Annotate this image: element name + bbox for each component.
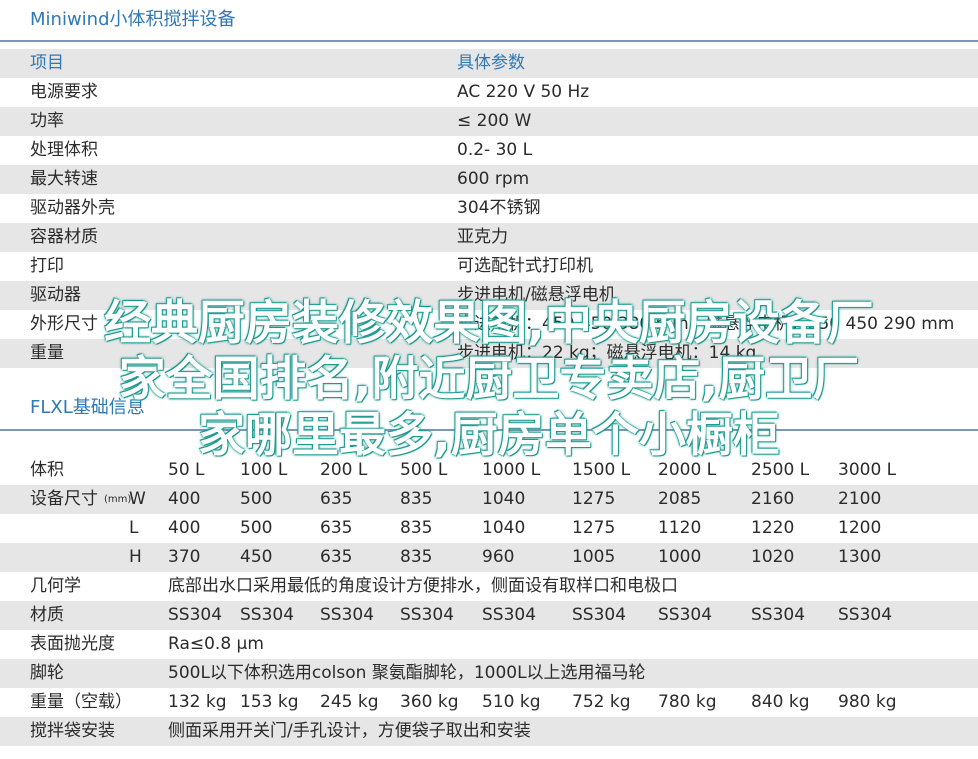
dimension-value: 835 <box>400 489 433 509</box>
overlay-line-3: 家哪里最多,厨房单个小橱柜 <box>198 408 780 463</box>
weight-value: 510 kg <box>482 692 541 712</box>
dimension-value: 1220 <box>751 518 795 538</box>
dimension-value: 2085 <box>658 489 702 509</box>
spec-row: 电源要求 AC 220 V 50 Hz <box>0 78 978 107</box>
material-value: SS304 <box>320 605 375 625</box>
dimension-value: 635 <box>320 547 353 567</box>
spec-value: AC 220 V 50 Hz <box>457 82 590 102</box>
dimension-value: 2100 <box>838 489 882 509</box>
spec-value: 304不锈钢 <box>457 198 541 218</box>
geometry-label: 几何学 <box>30 576 81 596</box>
bag-value: 侧面采用开关门/手孔设计，方便袋子取出和安装 <box>168 721 531 741</box>
wheels-label: 脚轮 <box>30 663 64 683</box>
weight-value: 153 kg <box>240 692 299 712</box>
dimension-value: 1005 <box>572 547 616 567</box>
material-value: SS304 <box>838 605 893 625</box>
dimension-value: 400 <box>168 489 201 509</box>
dimension-axis: H <box>129 547 142 567</box>
dimension-value: 400 <box>168 518 201 538</box>
weight-value: 752 kg <box>572 692 631 712</box>
overlay-caption: 经典厨房装修效果图,中央厨房设备厂 家全国排名,附近厨卫专卖店,厨卫厂 家哪里最… <box>6 296 972 464</box>
material-value: SS304 <box>168 605 223 625</box>
dimension-value: 1300 <box>838 547 882 567</box>
spec-label: 功率 <box>30 111 64 131</box>
dimension-value: 1040 <box>482 518 526 538</box>
spec-row: 处理体积 0.2- 30 L <box>0 136 978 165</box>
dimension-value: 2160 <box>751 489 795 509</box>
dimension-axis: W <box>129 489 146 509</box>
dimension-axis: L <box>129 518 139 538</box>
dimension-value: 1275 <box>572 489 616 509</box>
spec-label: 打印 <box>30 256 64 276</box>
dimension-value: 1200 <box>838 518 882 538</box>
dimension-unit: (mm) <box>104 494 132 505</box>
polish-row: 表面抛光度 Ra≤0.8 µm <box>0 630 978 659</box>
spec-row: 容器材质 亚克力 <box>0 223 978 252</box>
spec-row: 最大转速 600 rpm <box>0 165 978 194</box>
wheels-value: 500L以下体积选用colson 聚氨酯脚轮，1000L以上选用福马轮 <box>168 663 646 683</box>
dimension-value: 635 <box>320 518 353 538</box>
section1-header-row: 项目 具体参数 <box>0 49 978 78</box>
overlay-line-2: 家全国排名,附近厨卫专卖店,厨卫厂 <box>118 352 860 407</box>
spec-value: 600 rpm <box>457 169 530 189</box>
spec-label: 电源要求 <box>30 82 98 102</box>
spec-label: 容器材质 <box>30 227 98 247</box>
dimension-value: 450 <box>240 547 273 567</box>
spec-label: 最大转速 <box>30 169 98 189</box>
spec-row: 打印 可选配针式打印机 <box>0 252 978 281</box>
dimension-value: 1275 <box>572 518 616 538</box>
spec-row: 驱动器外壳 304不锈钢 <box>0 194 978 223</box>
weight-label: 重量（空载） <box>30 692 132 712</box>
wheels-row: 脚轮 500L以下体积选用colson 聚氨酯脚轮，1000L以上选用福马轮 <box>0 659 978 688</box>
dimension-row: 设备尺寸 (mm) W 400 500 635 835 1040 1275 2085 2160 210… <box>0 485 978 514</box>
header-item: 项目 <box>30 53 64 73</box>
spec-value: ≤ 200 W <box>457 111 532 131</box>
weight-row: 重量（空载） 132 kg 153 kg 245 kg 360 kg 510 kg 752 … <box>0 688 978 717</box>
spec-value: 0.2- 30 L <box>457 140 533 160</box>
header-value: 具体参数 <box>457 53 525 73</box>
bag-label: 搅拌袋安装 <box>30 721 115 741</box>
dimension-value: 835 <box>400 547 433 567</box>
weight-value: 132 kg <box>168 692 227 712</box>
weight-value: 245 kg <box>320 692 379 712</box>
material-value: SS304 <box>482 605 537 625</box>
dimension-value: 1040 <box>482 489 526 509</box>
section1-rule <box>0 40 978 42</box>
dimension-value: 370 <box>168 547 201 567</box>
material-value: SS304 <box>240 605 295 625</box>
dimension-value: 635 <box>320 489 353 509</box>
spec-label: 驱动器外壳 <box>30 198 115 218</box>
material-row: 材质 SS304 SS304 SS304 SS304 SS304 SS304 SS304 SS3… <box>0 601 978 630</box>
weight-value: 980 kg <box>838 692 897 712</box>
material-value: SS304 <box>658 605 713 625</box>
material-label: 材质 <box>30 605 64 625</box>
material-value: SS304 <box>572 605 627 625</box>
geometry-value: 底部出水口采用最低的角度设计方便排水，侧面设有取样口和电极口 <box>168 576 678 596</box>
material-value: SS304 <box>751 605 806 625</box>
spec-value: 可选配针式打印机 <box>457 256 593 276</box>
polish-value: Ra≤0.8 µm <box>168 634 264 654</box>
spec-value: 亚克力 <box>457 227 508 247</box>
polish-label: 表面抛光度 <box>30 634 115 654</box>
weight-value: 360 kg <box>400 692 459 712</box>
dimension-label: 设备尺寸 <box>30 489 98 509</box>
dimension-value: 835 <box>400 518 433 538</box>
dimension-value: 1120 <box>658 518 702 538</box>
bag-row: 搅拌袋安装 侧面采用开关门/手孔设计，方便袋子取出和安装 <box>0 717 978 746</box>
spec-row: 功率 ≤ 200 W <box>0 107 978 136</box>
material-value: SS304 <box>400 605 455 625</box>
dimension-value: 1000 <box>658 547 702 567</box>
dimension-value: 960 <box>482 547 515 567</box>
overlay-line-1: 经典厨房装修效果图,中央厨房设备厂 <box>104 296 874 351</box>
dimension-value: 500 <box>240 518 273 538</box>
weight-value: 840 kg <box>751 692 810 712</box>
dimension-value: 500 <box>240 489 273 509</box>
section1-title: Miniwind小体积搅拌设备 <box>30 9 236 30</box>
spec-label: 处理体积 <box>30 140 98 160</box>
dimension-row: L 400 500 635 835 1040 1275 1120 1220 1200 <box>0 514 978 543</box>
geometry-row: 几何学 底部出水口采用最低的角度设计方便排水，侧面设有取样口和电极口 <box>0 572 978 601</box>
dimension-value: 1020 <box>751 547 795 567</box>
weight-value: 780 kg <box>658 692 717 712</box>
dimension-row: H 370 450 635 835 960 1005 1000 1020 1300 <box>0 543 978 572</box>
